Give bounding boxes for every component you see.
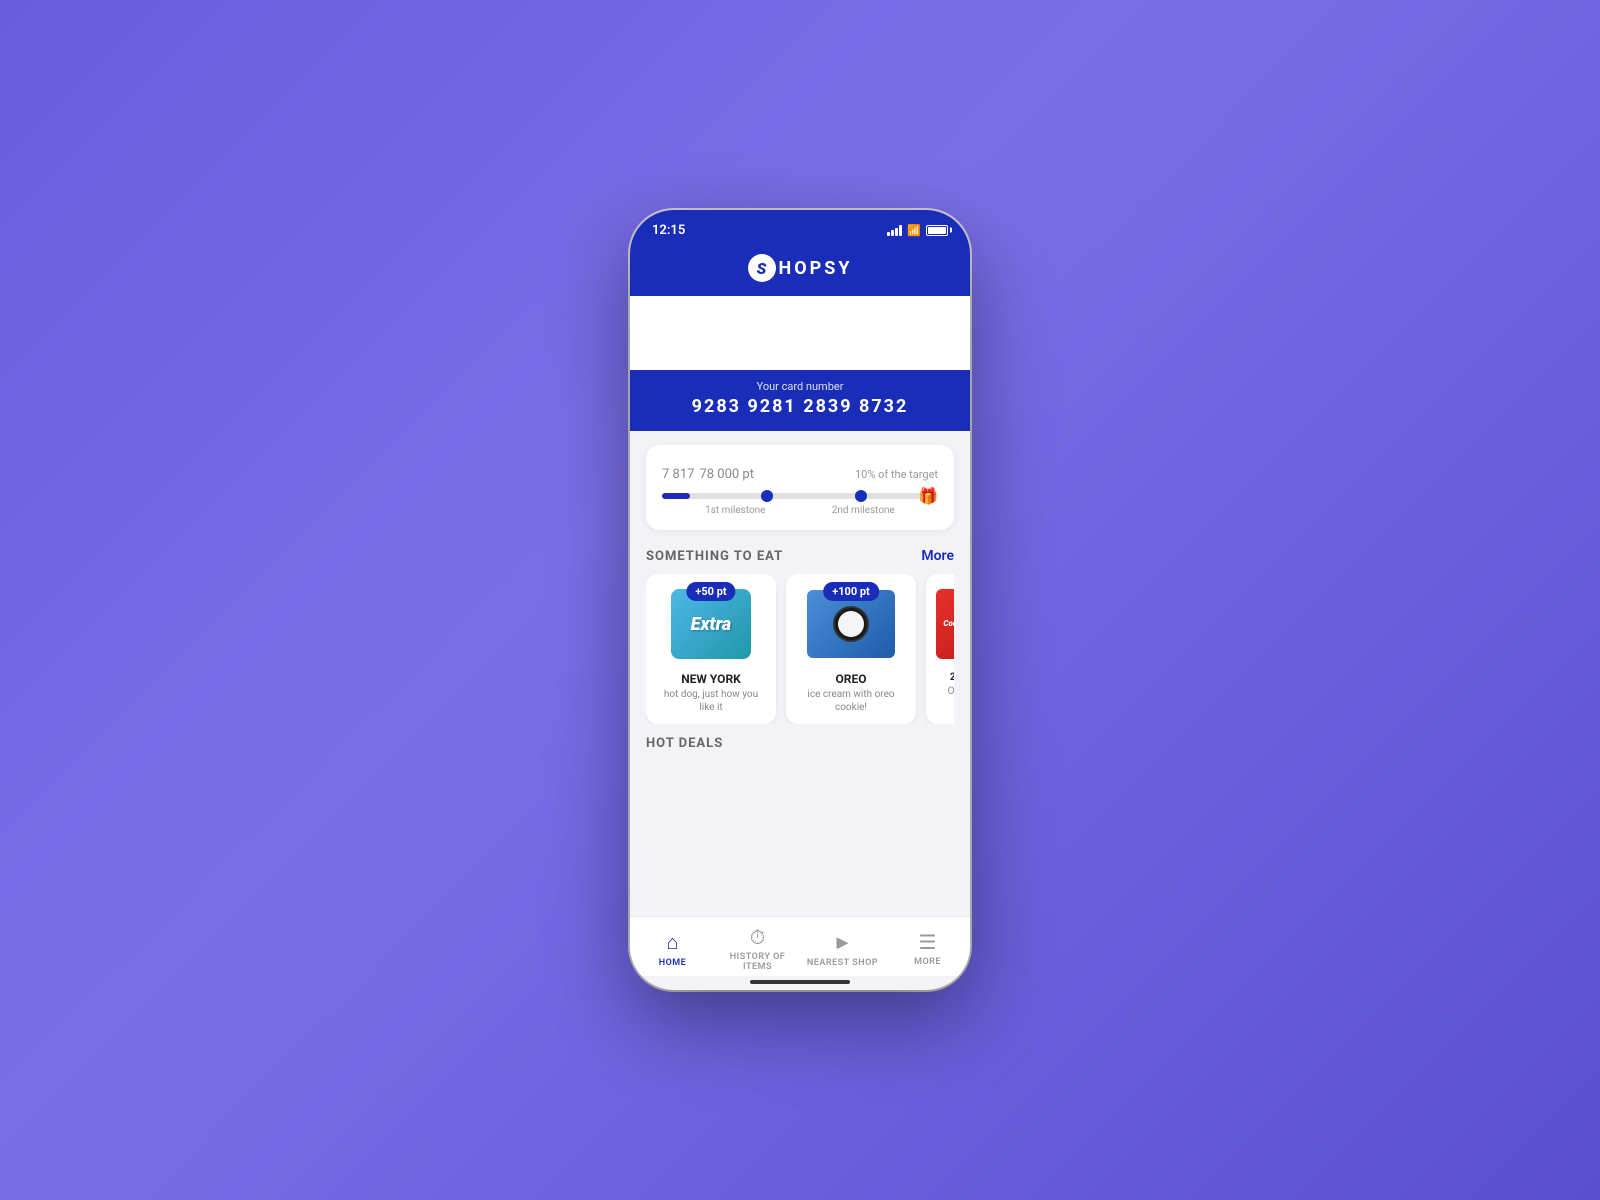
nav-item-more[interactable]: ☰ MORE [885,930,970,967]
bottom-nav: ⌂ HOME ⏱ HISTORY OF ITEMS ► NEAREST SHOP… [630,916,970,976]
barcode [650,310,950,370]
points-card: 7 817 78 000 pt 10% of the target 🎁 1st … [646,445,954,530]
logo: S HOPSY [748,254,853,282]
product-badge-1: +50 pt [686,582,735,601]
coca-cola-image: Coca Cola [936,589,954,659]
card-number: 9283 9281 2839 8732 [650,396,950,417]
product-desc-1: hot dog, just how you like it [656,688,766,714]
product-desc-3: Orang [936,685,954,698]
home-icon: ⌂ [666,930,678,955]
product-card-new-york[interactable]: +50 pt Extra NEW YORK hot dog, just how … [646,574,776,724]
milestone-labels: 1st milestone 2nd milestone [662,505,938,516]
points-current: 7 817 78 000 pt [662,459,754,483]
phone-frame: 12:15 📶 S HOPSY [630,210,970,990]
signal-icon [887,225,902,236]
nav-label-nearest: NEAREST SHOP [807,958,878,968]
battery-icon [926,225,948,236]
card-number-section: Your card number 9283 9281 2839 8732 [630,370,970,431]
nav-item-nearest[interactable]: ► NEAREST SHOP [800,930,885,968]
progress-track: 🎁 [662,493,938,499]
barcode-section [630,296,970,370]
product-name-3: 2 x C [936,672,954,683]
oreo-cookie [833,606,869,642]
milestone-1-dot [761,490,773,502]
logo-s: S [748,254,776,282]
app-header: S HOPSY [630,246,970,296]
location-icon: ► [833,930,853,955]
nav-label-history: HISTORY OF ITEMS [715,952,800,972]
menu-icon: ☰ [919,930,937,954]
card-label: Your card number [650,380,950,393]
status-bar: 12:15 📶 [630,210,970,246]
section-more-button[interactable]: More [921,548,954,564]
product-name-2: OREO [796,672,906,686]
oreo-cream [838,611,864,637]
status-time: 12:15 [652,223,685,238]
products-row: +50 pt Extra NEW YORK hot dog, just how … [646,574,954,724]
milestone-2-label: 2nd milestone [832,505,895,516]
points-target: 10% of the target [855,468,938,481]
product-card-oreo[interactable]: +100 pt OREO ice cream with oreo cookie! [786,574,916,724]
product-badge-2: +100 pt [823,582,879,601]
nav-label-more: MORE [914,957,941,967]
nav-label-home: HOME [659,958,687,968]
milestone-1-label: 1st milestone [705,505,765,516]
gift-icon: 🎁 [918,487,938,506]
nav-item-history[interactable]: ⏱ HISTORY OF ITEMS [715,925,800,972]
something-to-eat-section: SOMETHING TO EAT More +50 pt Extra NEW Y… [630,544,970,732]
product-name-1: NEW YORK [656,672,766,686]
product-desc-2: ice cream with oreo cookie! [796,688,906,714]
home-indicator [750,980,850,984]
points-section: 7 817 78 000 pt 10% of the target 🎁 1st … [630,431,970,544]
milestone-2-dot [855,490,867,502]
section-title: SOMETHING TO EAT [646,549,783,564]
points-header: 7 817 78 000 pt 10% of the target [662,459,938,483]
section-header: SOMETHING TO EAT More [646,548,954,564]
app-name: HOPSY [779,258,853,279]
hot-deals-title: HOT DEALS [646,736,723,751]
progress-fill [662,493,690,499]
history-icon: ⏱ [750,925,766,949]
product-card-coca[interactable]: Coca Cola 2 x C Orang [926,574,954,724]
wifi-icon: 📶 [907,224,921,237]
status-icons: 📶 [887,224,948,237]
hot-deals-section: HOT DEALS [630,732,970,759]
product-image-coca: Coca Cola [936,584,954,664]
nav-item-home[interactable]: ⌂ HOME [630,930,715,968]
